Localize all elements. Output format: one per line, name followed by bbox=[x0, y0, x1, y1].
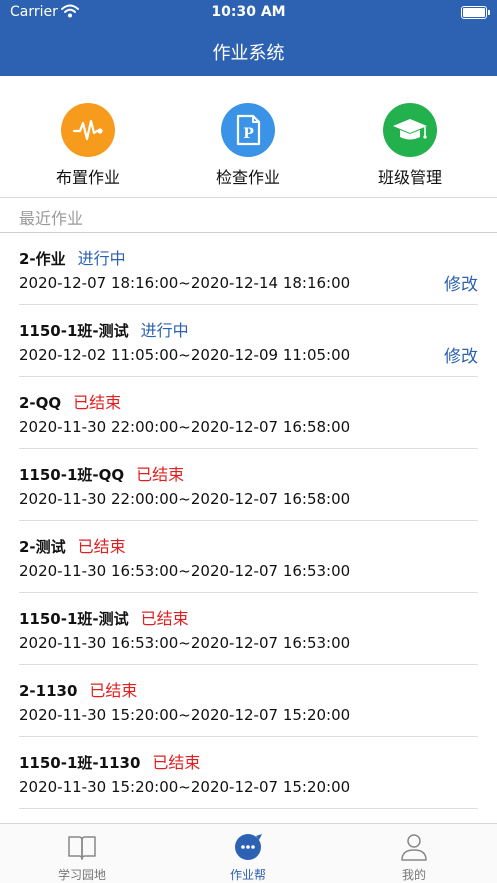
homework-row[interactable]: 1150-1班-测试 进行中 2020-12-02 11:05:00~2020-12… bbox=[0, 305, 497, 377]
tab-label: 我的 bbox=[401, 868, 426, 882]
homework-title-line: 2-1130 已结束 bbox=[19, 677, 137, 701]
homework-title: 1150-1班-1130 bbox=[19, 754, 141, 772]
homework-time-range: 2020-11-30 15:20:00~2020-12-07 15:20:00 bbox=[19, 706, 351, 724]
heartbeat-icon bbox=[61, 103, 115, 157]
homework-title-line: 1150-1班-QQ 已结束 bbox=[19, 461, 184, 485]
chat-bubble-icon bbox=[188, 832, 308, 862]
status-badge: 已结束 bbox=[136, 465, 185, 484]
homework-row[interactable]: 1150-1班-1130 已结束 2020-11-30 15:20:00~2020-… bbox=[0, 737, 497, 809]
homework-list: 2-作业 进行中 2020-12-07 18:16:00~2020-12-14 18… bbox=[0, 233, 497, 823]
homework-title: 1150-1班-测试 bbox=[19, 322, 129, 340]
check-homework-button[interactable]: P 检查作业 bbox=[188, 103, 308, 188]
tab-homework-help[interactable]: 作业帮 bbox=[188, 832, 308, 883]
homework-time-range: 2020-11-30 15:20:00~2020-12-07 15:20:00 bbox=[19, 778, 351, 796]
homework-time-range: 2020-11-30 16:53:00~2020-12-07 16:53:00 bbox=[19, 634, 351, 652]
homework-title-line: 1150-1班-测试 进行中 bbox=[19, 317, 189, 341]
homework-title-line: 1150-1班-测试 已结束 bbox=[19, 605, 189, 629]
class-management-label: 班级管理 bbox=[377, 168, 442, 187]
graduation-cap-icon bbox=[383, 103, 437, 157]
homework-title: 2-1130 bbox=[19, 682, 78, 700]
section-title: 最近作业 bbox=[19, 209, 84, 228]
nav-bar: 作业系统 bbox=[0, 26, 497, 76]
tab-study-garden[interactable]: 学习园地 bbox=[22, 832, 142, 883]
check-homework-label: 检查作业 bbox=[215, 168, 280, 187]
status-badge: 已结束 bbox=[73, 393, 122, 412]
book-icon bbox=[22, 832, 142, 862]
tab-bar: 学习园地 作业帮 我的 bbox=[0, 823, 497, 883]
tab-label: 学习园地 bbox=[57, 868, 106, 882]
homework-time-range: 2020-12-07 18:16:00~2020-12-14 18:16:00 bbox=[19, 274, 351, 292]
document-p-icon: P bbox=[221, 103, 275, 157]
svg-text:P: P bbox=[243, 126, 254, 142]
tab-label: 作业帮 bbox=[229, 868, 266, 882]
homework-title: 2-QQ bbox=[19, 394, 62, 412]
battery-icon bbox=[461, 6, 490, 19]
edit-button[interactable]: 修改 bbox=[444, 342, 478, 367]
homework-row[interactable]: 1150-1班-测试 已结束 2020-11-30 16:53:00~2020-12… bbox=[0, 593, 497, 665]
homework-row[interactable]: 2-1130 已结束 2020-11-30 15:20:00~2020-12-07 … bbox=[0, 665, 497, 737]
homework-row[interactable]: 1150-1班-QQ 已结束 2020-11-30 22:00:00~2020-12… bbox=[0, 449, 497, 521]
class-management-button[interactable]: 班级管理 bbox=[350, 103, 470, 188]
section-header: 最近作业 bbox=[0, 198, 497, 232]
homework-title: 2-作业 bbox=[19, 250, 66, 268]
homework-row[interactable]: 2-测试 已结束 2020-11-30 16:53:00~2020-12-07 16… bbox=[0, 521, 497, 593]
status-badge: 进行中 bbox=[77, 249, 126, 268]
homework-row[interactable]: 2-作业 进行中 2020-12-07 18:16:00~2020-12-14 18… bbox=[0, 233, 497, 305]
page-title: 作业系统 bbox=[212, 43, 285, 64]
homework-title: 2-测试 bbox=[19, 538, 66, 556]
status-badge: 已结束 bbox=[77, 537, 126, 556]
status-badge: 已结束 bbox=[152, 753, 201, 772]
edit-button[interactable]: 修改 bbox=[444, 270, 478, 295]
homework-row[interactable]: 2-QQ 已结束 2020-11-30 22:00:00~2020-12-07 16… bbox=[0, 377, 497, 449]
homework-time-range: 2020-11-30 22:00:00~2020-12-07 16:58:00 bbox=[19, 490, 351, 508]
homework-time-range: 2020-11-30 22:00:00~2020-12-07 16:58:00 bbox=[19, 418, 351, 436]
homework-title-line: 1150-1班-1130 已结束 bbox=[19, 749, 200, 773]
homework-time-range: 2020-12-02 11:05:00~2020-12-09 11:05:00 bbox=[19, 346, 351, 364]
homework-title: 1150-1班-QQ bbox=[19, 466, 125, 484]
homework-time-range: 2020-11-30 16:53:00~2020-12-07 16:53:00 bbox=[19, 562, 351, 580]
assign-homework-label: 布置作业 bbox=[55, 168, 120, 187]
status-badge: 进行中 bbox=[140, 321, 189, 340]
quick-actions: 布置作业 P 检查作业 班级管理 bbox=[0, 76, 497, 197]
row-divider bbox=[19, 808, 478, 809]
homework-title-line: 2-测试 已结束 bbox=[19, 533, 126, 557]
homework-title-line: 2-QQ 已结束 bbox=[19, 389, 121, 413]
status-badge: 已结束 bbox=[140, 609, 189, 628]
assign-homework-button[interactable]: 布置作业 bbox=[28, 103, 148, 188]
status-time: 10:30 AM bbox=[211, 4, 286, 20]
homework-title: 1150-1班-测试 bbox=[19, 610, 129, 628]
status-bar: Carrier 10:30 AM bbox=[0, 0, 497, 26]
status-badge: 已结束 bbox=[89, 681, 138, 700]
person-icon bbox=[354, 832, 474, 862]
tab-mine[interactable]: 我的 bbox=[354, 832, 474, 883]
homework-title-line: 2-作业 进行中 bbox=[19, 245, 126, 269]
